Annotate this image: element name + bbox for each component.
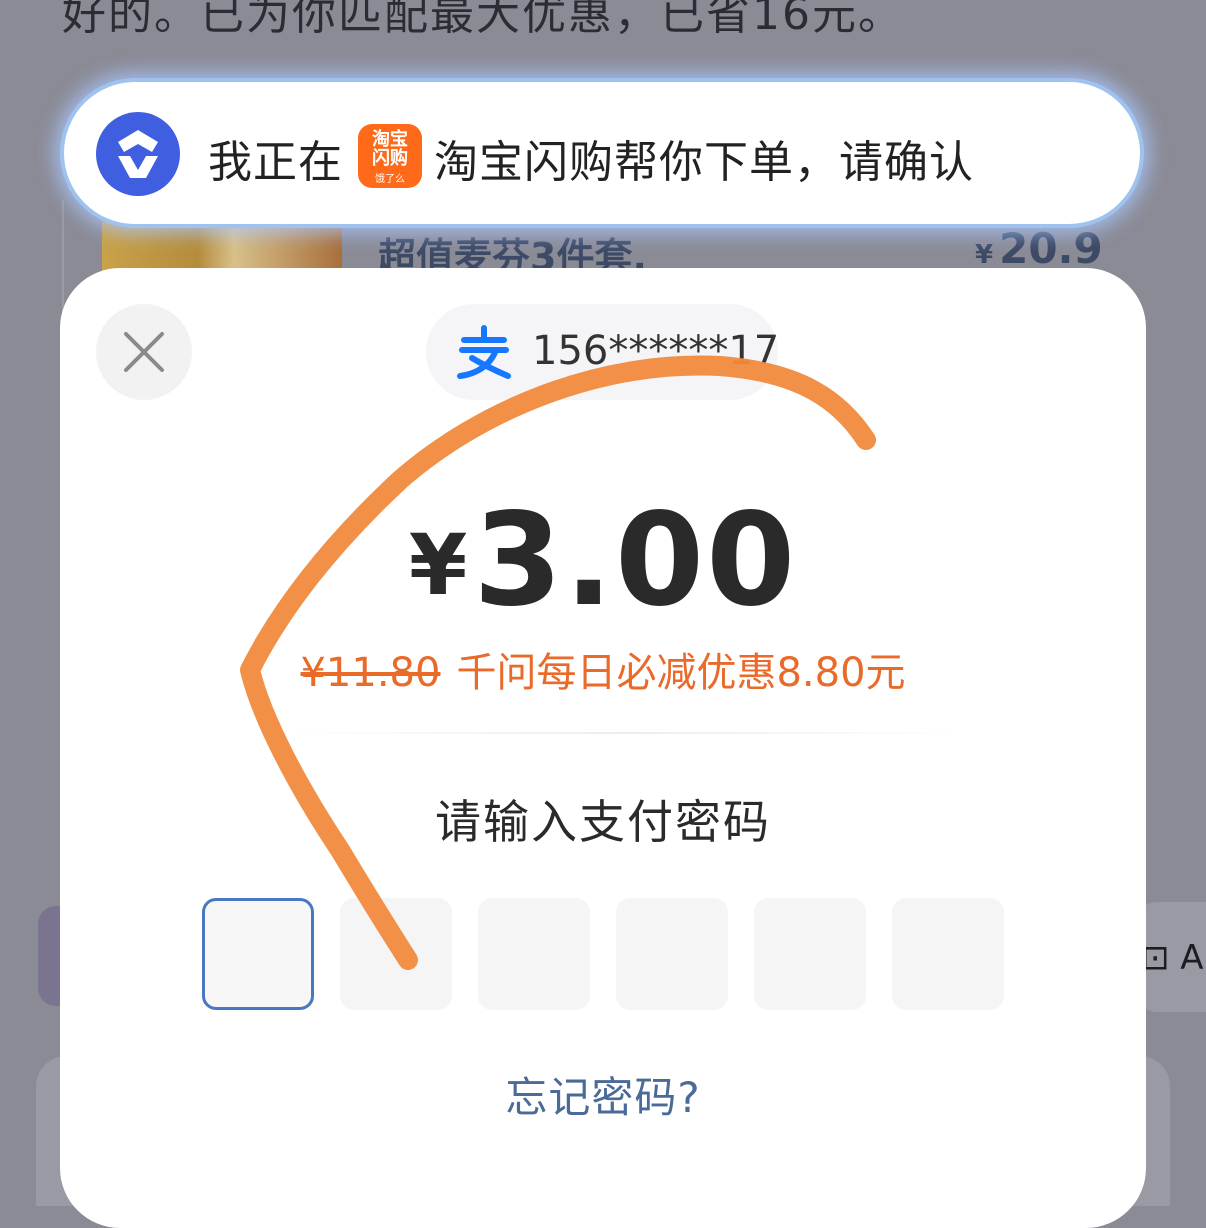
original-price: ¥11.80 — [300, 650, 441, 696]
banner-text-after: 淘宝闪购帮你下单，请确认 — [434, 137, 974, 188]
pin-digit-1[interactable] — [202, 898, 314, 1010]
status-banner: 我正在 淘宝闪购 饿了么 淘宝闪购帮你下单，请确认 — [60, 78, 1144, 228]
payment-amount: ¥3.00 — [60, 486, 1146, 635]
alipay-icon — [457, 325, 511, 379]
taobao-icon-sub: 饿了么 — [375, 174, 405, 185]
taobao-icon-label: 淘宝闪购 — [372, 129, 408, 169]
assistant-logo-icon — [96, 112, 180, 196]
product-currency: ¥ — [975, 240, 994, 270]
product-price-value: 20.9 — [999, 224, 1103, 273]
discount-text: 千问每日必减优惠8.80元 — [456, 650, 906, 696]
pin-digit-3[interactable] — [478, 898, 590, 1010]
pin-digit-4[interactable] — [616, 898, 728, 1010]
image-upload-icon: ⊡ A — [1141, 938, 1204, 978]
password-title: 请输入支付密码 — [435, 795, 771, 849]
divider — [286, 732, 966, 734]
product-price: ¥20.9 — [975, 224, 1103, 273]
banner-text-before: 我正在 — [208, 137, 343, 188]
pin-digit-2[interactable] — [340, 898, 452, 1010]
taobao-flash-icon: 淘宝闪购 饿了么 — [358, 124, 422, 188]
close-button[interactable] — [96, 304, 192, 400]
background-card-text: A — [1180, 938, 1204, 978]
account-selector[interactable]: 156******17 — [426, 304, 780, 400]
amount-currency: ¥ — [408, 516, 470, 614]
discount-line: ¥11.80 千问每日必减优惠8.80元 — [60, 640, 1146, 698]
pin-digit-5[interactable] — [754, 898, 866, 1010]
pin-digit-6[interactable] — [892, 898, 1004, 1010]
close-icon — [124, 332, 164, 372]
payment-sheet: 156******17 ¥3.00 ¥11.80 千问每日必减优惠8.80元 请输… — [60, 268, 1146, 1228]
account-number: 156******17 — [532, 328, 780, 374]
background-message: 好的。已为你匹配最大优惠，已省16元。 — [62, 0, 904, 40]
amount-value: 3.00 — [473, 486, 798, 635]
forgot-password-link[interactable]: 忘记密码? — [60, 1064, 1146, 1125]
